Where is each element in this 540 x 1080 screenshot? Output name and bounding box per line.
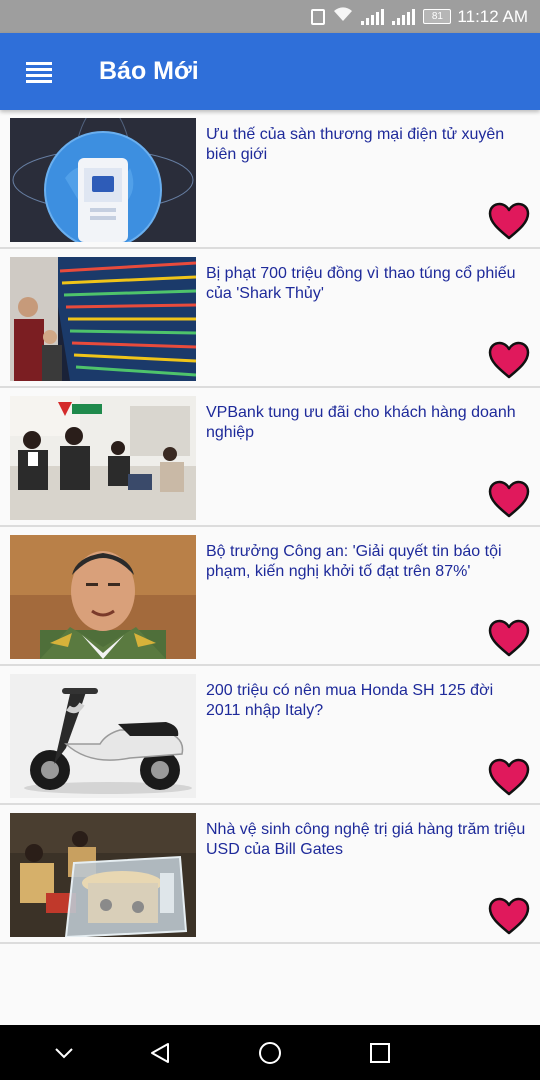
heart-icon[interactable] (488, 758, 530, 796)
wifi-icon (333, 6, 353, 27)
list-item[interactable]: Ưu thế của sàn thương mại điện tử xuyên … (0, 110, 540, 249)
heart-icon[interactable] (488, 202, 530, 240)
heart-icon[interactable] (488, 619, 530, 657)
article-thumbnail[interactable] (10, 674, 196, 798)
article-title[interactable]: VPBank tung ưu đãi cho khách hàng doanh … (206, 403, 530, 443)
recents-icon[interactable] (350, 1025, 410, 1080)
list-item[interactable]: Bị phạt 700 triệu đồng vì thao túng cổ p… (0, 249, 540, 388)
status-bar: 81 11:12 AM (0, 0, 540, 33)
page-title: Báo Mới (99, 57, 199, 85)
article-title[interactable]: Bị phạt 700 triệu đồng vì thao túng cổ p… (206, 264, 530, 304)
signal-icon (392, 8, 416, 25)
list-item[interactable]: VPBank tung ưu đãi cho khách hàng doanh … (0, 388, 540, 527)
article-thumbnail[interactable] (10, 535, 196, 659)
article-title[interactable]: Ưu thế của sàn thương mại điện tử xuyên … (206, 125, 530, 165)
article-list: Ưu thế của sàn thương mại điện tử xuyên … (0, 110, 540, 944)
article-thumbnail[interactable] (10, 257, 196, 381)
hamburger-menu-icon[interactable] (0, 33, 78, 110)
list-item[interactable]: 200 triệu có nên mua Honda SH 125 đời 20… (0, 666, 540, 805)
article-thumbnail[interactable] (10, 813, 196, 937)
battery-icon: 81 (423, 9, 452, 24)
heart-icon[interactable] (488, 480, 530, 518)
home-icon[interactable] (240, 1025, 300, 1080)
back-icon[interactable] (130, 1025, 190, 1080)
vibrate-icon (311, 8, 326, 25)
battery-level: 81 (431, 11, 443, 22)
list-item[interactable]: Bộ trưởng Công an: 'Giải quyết tin báo t… (0, 527, 540, 666)
article-thumbnail[interactable] (10, 118, 196, 242)
app-bar: Báo Mới (0, 33, 540, 110)
article-title[interactable]: 200 triệu có nên mua Honda SH 125 đời 20… (206, 681, 530, 721)
clock: 11:12 AM (457, 6, 528, 26)
heart-icon[interactable] (488, 897, 530, 935)
collapse-icon[interactable] (34, 1025, 94, 1080)
heart-icon[interactable] (488, 341, 530, 379)
signal-icon (361, 8, 385, 25)
system-nav-bar (0, 1025, 540, 1080)
article-title[interactable]: Nhà vệ sinh công nghệ trị giá hàng trăm … (206, 820, 530, 860)
list-item[interactable]: Nhà vệ sinh công nghệ trị giá hàng trăm … (0, 805, 540, 944)
article-thumbnail[interactable] (10, 396, 196, 520)
article-title[interactable]: Bộ trưởng Công an: 'Giải quyết tin báo t… (206, 542, 530, 582)
